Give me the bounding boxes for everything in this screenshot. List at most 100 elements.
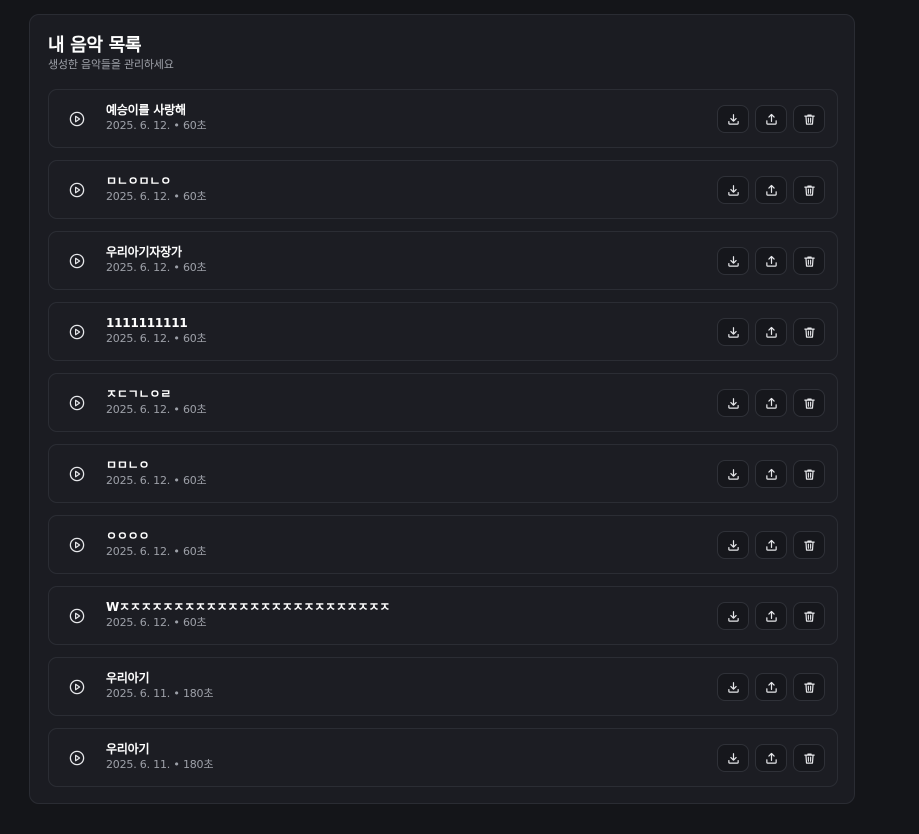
track-row: 우리아기 2025. 6. 11. • 180초 (48, 728, 838, 787)
download-button[interactable] (717, 318, 749, 346)
track-meta: 2025. 6. 12. • 60초 (106, 261, 207, 274)
track-meta: 2025. 6. 11. • 180초 (106, 758, 214, 771)
delete-button[interactable] (793, 531, 825, 559)
play-button[interactable] (68, 749, 86, 767)
play-button[interactable] (68, 252, 86, 270)
track-info: 우리아기자장가 2025. 6. 12. • 60초 (106, 244, 207, 276)
download-icon (727, 184, 739, 196)
share-button[interactable] (755, 602, 787, 630)
play-button[interactable] (68, 110, 86, 128)
track-meta: 2025. 6. 12. • 60초 (106, 474, 207, 487)
share-icon (765, 397, 777, 409)
play-button[interactable] (68, 465, 86, 483)
download-button[interactable] (717, 105, 749, 133)
delete-button[interactable] (793, 176, 825, 204)
track-title: Wㅈㅈㅈㅈㅈㅈㅈㅈㅈㅈㅈㅈㅈㅈㅈㅈㅈㅈㅈㅈㅈㅈㅈㅈㅈ (106, 600, 391, 614)
delete-button[interactable] (793, 105, 825, 133)
page-subtitle: 생성한 음악들을 관리하세요 (48, 58, 174, 71)
download-icon (727, 681, 739, 693)
download-icon (727, 113, 739, 125)
track-title: 1111111111 (106, 316, 188, 330)
delete-button[interactable] (793, 744, 825, 772)
play-circle-icon (69, 253, 85, 269)
download-button[interactable] (717, 460, 749, 488)
share-icon (765, 184, 777, 196)
share-icon (765, 681, 777, 693)
share-button[interactable] (755, 531, 787, 559)
track-actions (717, 531, 825, 559)
trash-icon (803, 397, 815, 409)
track-actions (717, 602, 825, 630)
play-circle-icon (69, 608, 85, 624)
page-title: 내 음악 목록 (48, 35, 142, 56)
track-meta: 2025. 6. 12. • 60초 (106, 190, 207, 203)
delete-button[interactable] (793, 673, 825, 701)
music-list-panel: 내 음악 목록 생성한 음악들을 관리하세요 예승이를 사랑해 2025. 6.… (29, 14, 855, 804)
track-actions (717, 460, 825, 488)
trash-icon (803, 184, 815, 196)
share-icon (765, 326, 777, 338)
track-info: 우리아기 2025. 6. 11. • 180초 (106, 670, 213, 702)
delete-button[interactable] (793, 389, 825, 417)
share-button[interactable] (755, 247, 787, 275)
delete-button[interactable] (793, 602, 825, 630)
share-button[interactable] (755, 389, 787, 417)
play-button[interactable] (68, 536, 86, 554)
track-row: ㅁㄴㅇㅁㄴㅇ 2025. 6. 12. • 60초 (48, 160, 838, 219)
track-info: 우리아기 2025. 6. 11. • 180초 (106, 741, 213, 773)
play-button[interactable] (68, 678, 86, 696)
track-info: 예승이를 사랑해 2025. 6. 12. • 60초 (106, 102, 207, 134)
track-meta: 2025. 6. 12. • 60초 (106, 332, 207, 345)
track-row: Wㅈㅈㅈㅈㅈㅈㅈㅈㅈㅈㅈㅈㅈㅈㅈㅈㅈㅈㅈㅈㅈㅈㅈㅈㅈ 2025. 6. 12. … (48, 586, 838, 645)
track-title: 우리아기 (106, 671, 150, 685)
delete-button[interactable] (793, 460, 825, 488)
download-button[interactable] (717, 744, 749, 772)
track-list: 예승이를 사랑해 2025. 6. 12. • 60초 ㅁㄴㅇㅁㄴㅇ 2025.… (48, 89, 838, 799)
share-button[interactable] (755, 176, 787, 204)
track-info: 1111111111 2025. 6. 12. • 60초 (106, 315, 207, 347)
track-actions (717, 247, 825, 275)
play-circle-icon (69, 466, 85, 482)
download-icon (727, 326, 739, 338)
play-circle-icon (69, 324, 85, 340)
delete-button[interactable] (793, 247, 825, 275)
track-actions (717, 389, 825, 417)
download-button[interactable] (717, 673, 749, 701)
track-meta: 2025. 6. 12. • 60초 (106, 119, 207, 132)
share-button[interactable] (755, 744, 787, 772)
share-button[interactable] (755, 460, 787, 488)
play-button[interactable] (68, 607, 86, 625)
download-button[interactable] (717, 531, 749, 559)
share-icon (765, 539, 777, 551)
track-meta: 2025. 6. 12. • 60초 (106, 616, 207, 629)
trash-icon (803, 326, 815, 338)
track-actions (717, 105, 825, 133)
delete-button[interactable] (793, 318, 825, 346)
play-circle-icon (69, 182, 85, 198)
download-icon (727, 610, 739, 622)
play-circle-icon (69, 750, 85, 766)
download-button[interactable] (717, 389, 749, 417)
share-icon (765, 113, 777, 125)
track-row: 예승이를 사랑해 2025. 6. 12. • 60초 (48, 89, 838, 148)
download-button[interactable] (717, 176, 749, 204)
play-button[interactable] (68, 181, 86, 199)
track-actions (717, 673, 825, 701)
trash-icon (803, 113, 815, 125)
track-meta: 2025. 6. 12. • 60초 (106, 403, 207, 416)
play-circle-icon (69, 679, 85, 695)
download-button[interactable] (717, 602, 749, 630)
trash-icon (803, 468, 815, 480)
track-title: ㅈㄷㄱㄴㅇㄹ (106, 387, 172, 401)
share-button[interactable] (755, 673, 787, 701)
track-meta: 2025. 6. 12. • 60초 (106, 545, 207, 558)
play-circle-icon (69, 395, 85, 411)
trash-icon (803, 255, 815, 267)
play-button[interactable] (68, 394, 86, 412)
track-title: 우리아기자장가 (106, 245, 182, 259)
play-button[interactable] (68, 323, 86, 341)
download-button[interactable] (717, 247, 749, 275)
share-button[interactable] (755, 105, 787, 133)
share-button[interactable] (755, 318, 787, 346)
download-icon (727, 468, 739, 480)
